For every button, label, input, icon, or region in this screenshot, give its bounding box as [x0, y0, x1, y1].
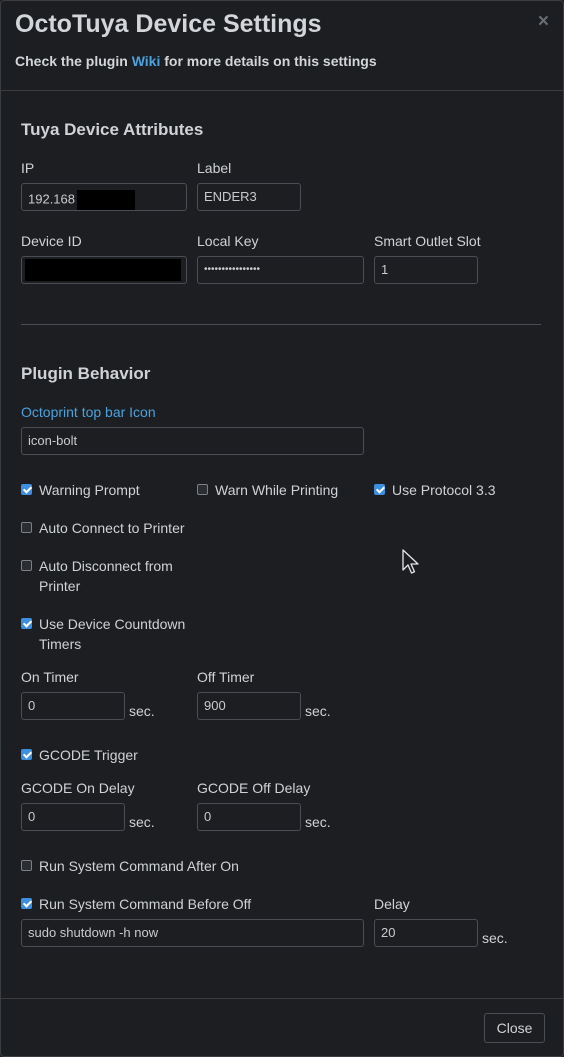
gcode-on-delay-label: GCODE On Delay — [21, 780, 135, 796]
device-id-label: Device ID — [21, 233, 82, 249]
warning-prompt-checkbox[interactable]: Warning Prompt — [21, 480, 140, 500]
local-key-label: Local Key — [197, 233, 259, 249]
device-section-title: Tuya Device Attributes — [21, 120, 204, 139]
countdown-timers-checkbox[interactable]: Use Device Countdown Timers — [21, 614, 191, 654]
label-field[interactable]: ENDER3 — [197, 183, 301, 211]
use-protocol-checkbox[interactable]: Use Protocol 3.3 — [374, 480, 496, 500]
warn-while-printing-label: Warn While Printing — [215, 482, 339, 498]
delay-label: Delay — [374, 896, 410, 912]
system-command-field[interactable]: sudo shutdown -h now — [21, 919, 364, 947]
ip-field[interactable]: 192.168 — [21, 183, 187, 211]
gcode-on-delay-unit: sec. — [129, 814, 155, 830]
label-label: Label — [197, 160, 232, 176]
footer-divider — [1, 998, 563, 999]
on-timer-unit: sec. — [129, 703, 155, 719]
ip-value: 192.168 — [28, 191, 75, 207]
gcode-off-delay-field[interactable]: 0 — [197, 803, 301, 831]
checkbox-checked-icon — [21, 749, 32, 760]
warning-prompt-label: Warning Prompt — [39, 482, 140, 498]
gcode-off-delay-unit: sec. — [305, 814, 331, 830]
device-id-field[interactable] — [21, 256, 187, 284]
close-button[interactable]: Close — [484, 1013, 545, 1043]
off-timer-unit: sec. — [305, 703, 331, 719]
delay-field[interactable]: 20 — [374, 919, 478, 947]
section-divider — [21, 324, 541, 325]
warn-while-printing-checkbox[interactable]: Warn While Printing — [197, 480, 338, 500]
checkbox-unchecked-icon — [21, 560, 32, 571]
gcode-trigger-label: GCODE Trigger — [39, 747, 138, 763]
checkbox-checked-icon — [21, 898, 32, 909]
close-icon[interactable]: × — [538, 11, 549, 33]
redacted-block — [77, 190, 135, 210]
settings-dialog: OctoTuya Device Settings × Check the plu… — [0, 0, 564, 1057]
delay-unit: sec. — [482, 930, 508, 946]
checkbox-checked-icon — [21, 484, 32, 495]
subtitle-text-after: for more details on this settings — [160, 53, 377, 69]
auto-disconnect-label: Auto Disconnect from Printer — [39, 558, 173, 594]
slot-field[interactable]: 1 — [374, 256, 478, 284]
use-protocol-label: Use Protocol 3.3 — [392, 482, 496, 498]
cmd-before-off-checkbox[interactable]: Run System Command Before Off — [21, 894, 251, 914]
auto-connect-checkbox[interactable]: Auto Connect to Printer — [21, 518, 185, 538]
ip-label: IP — [21, 160, 35, 176]
gcode-off-delay-label: GCODE Off Delay — [197, 780, 311, 796]
on-timer-field[interactable]: 0 — [21, 692, 125, 720]
icon-label[interactable]: Octoprint top bar Icon — [21, 404, 156, 420]
cmd-before-off-label: Run System Command Before Off — [39, 896, 252, 912]
subtitle-text-before: Check the plugin — [15, 53, 132, 69]
slot-label: Smart Outlet Slot — [374, 233, 481, 249]
cmd-after-on-checkbox[interactable]: Run System Command After On — [21, 856, 239, 876]
redacted-block — [25, 259, 181, 281]
gcode-on-delay-field[interactable]: 0 — [21, 803, 125, 831]
checkbox-unchecked-icon — [21, 522, 32, 533]
checkbox-unchecked-icon — [21, 860, 32, 871]
countdown-timers-label: Use Device Countdown Timers — [39, 616, 186, 652]
auto-connect-label: Auto Connect to Printer — [39, 520, 185, 536]
dialog-title: OctoTuya Device Settings — [15, 10, 322, 38]
checkbox-unchecked-icon — [197, 484, 208, 495]
dialog-subtitle: Check the plugin Wiki for more details o… — [15, 53, 377, 69]
cmd-after-on-label: Run System Command After On — [39, 858, 239, 874]
off-timer-field[interactable]: 900 — [197, 692, 301, 720]
local-key-field[interactable]: •••••••••••••••• — [197, 256, 364, 284]
mouse-cursor-icon — [402, 549, 419, 574]
off-timer-label: Off Timer — [197, 669, 255, 685]
dialog-header: OctoTuya Device Settings × Check the plu… — [1, 1, 563, 91]
auto-disconnect-checkbox[interactable]: Auto Disconnect from Printer — [21, 556, 191, 596]
checkbox-checked-icon — [21, 618, 32, 629]
gcode-trigger-checkbox[interactable]: GCODE Trigger — [21, 745, 138, 765]
wiki-link[interactable]: Wiki — [132, 53, 161, 69]
on-timer-label: On Timer — [21, 669, 79, 685]
checkbox-checked-icon — [374, 484, 385, 495]
icon-field[interactable]: icon-bolt — [21, 427, 364, 455]
behavior-section-title: Plugin Behavior — [21, 364, 151, 383]
